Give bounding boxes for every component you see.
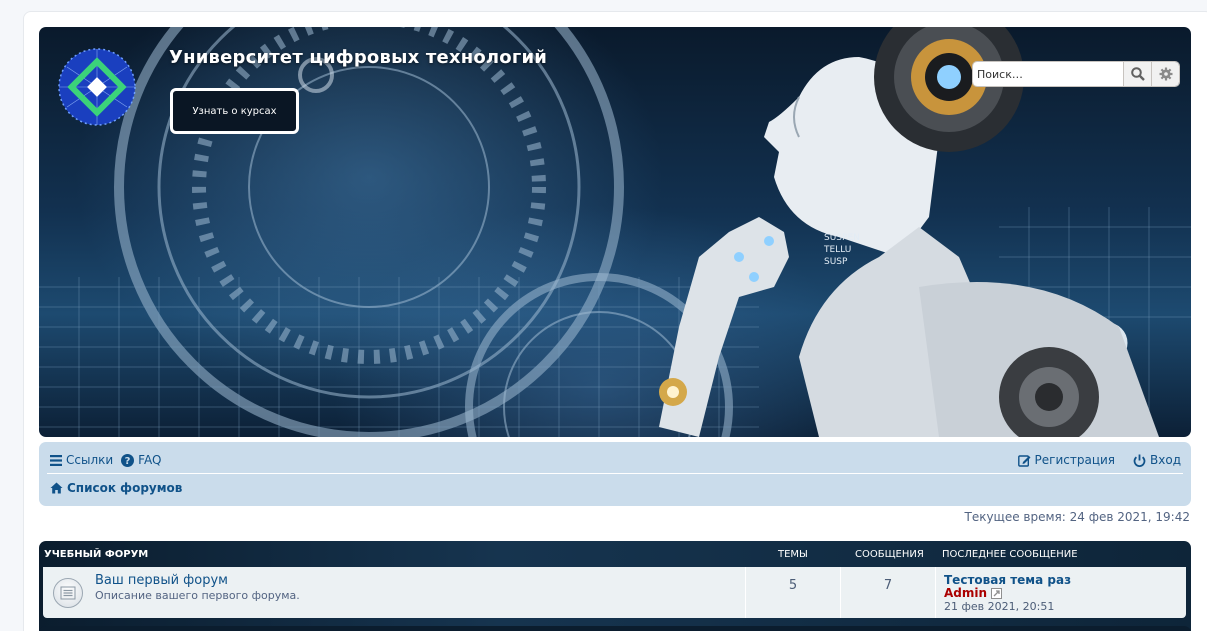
view-post-icon[interactable] xyxy=(991,587,1003,599)
faq-label: FAQ xyxy=(138,453,162,467)
register-link[interactable]: Регистрация xyxy=(1017,453,1116,467)
breadcrumb-forum-index: Список форумов xyxy=(67,481,183,495)
question-icon: ? xyxy=(121,453,135,467)
forum-title-link[interactable]: Ваш первый форум xyxy=(95,573,228,588)
forum-main-cell: Ваш первый форум Описание вашего первого… xyxy=(43,567,746,618)
edit-icon xyxy=(1017,454,1031,467)
forum-description: Описание вашего первого форума. xyxy=(95,589,300,602)
col-topics-header: ТЕМЫ xyxy=(778,549,808,560)
forum-read-icon xyxy=(53,578,83,608)
search-button[interactable] xyxy=(1123,62,1151,86)
svg-text:?: ? xyxy=(125,456,131,467)
current-time: Текущее время: 24 фев 2021, 19:42 xyxy=(964,510,1190,524)
search-icon xyxy=(1130,67,1145,81)
search-input[interactable] xyxy=(973,62,1123,86)
gear-icon xyxy=(1159,67,1172,81)
banner-panel-text-1: SUSPEN xyxy=(824,233,860,243)
forum-header: УЧЕБНЫЙ ФОРУМ ТЕМЫ СООБЩЕНИЯ ПОСЛЕДНЕЕ С… xyxy=(39,541,1191,566)
quick-links-label: Ссылки xyxy=(66,453,114,467)
banner-panel-text-3: SUSP xyxy=(824,257,848,267)
topics-count: 5 xyxy=(788,578,798,593)
courses-button[interactable]: Узнать о курсах xyxy=(170,88,299,134)
login-label: Вход xyxy=(1150,453,1181,467)
category-title[interactable]: УЧЕБНЫЙ ФОРУМ xyxy=(44,549,148,560)
header-banner: SUSPEN TELLU SUSP Университет цифровых т… xyxy=(39,27,1191,437)
last-post-author: Admin xyxy=(944,586,1003,600)
register-label: Регистрация xyxy=(1034,453,1116,467)
last-post-author-link[interactable]: Admin xyxy=(944,586,987,600)
logo-icon[interactable] xyxy=(57,47,137,127)
forum-posts-cell: 7 xyxy=(841,567,936,618)
login-link[interactable]: Вход xyxy=(1133,453,1181,467)
navbar-divider xyxy=(47,473,1183,474)
forum-topics-cell: 5 xyxy=(746,567,841,618)
last-post-date: 21 фев 2021, 20:51 xyxy=(944,600,1055,613)
site-title[interactable]: Университет цифровых технологий xyxy=(169,47,547,68)
forum-category: УЧЕБНЫЙ ФОРУМ ТЕМЫ СООБЩЕНИЯ ПОСЛЕДНЕЕ С… xyxy=(39,541,1191,631)
breadcrumb[interactable]: Список форумов xyxy=(50,481,182,495)
search-bar xyxy=(973,62,1179,86)
quick-links-menu[interactable]: Ссылки xyxy=(50,453,113,467)
forum-row: Ваш первый форум Описание вашего первого… xyxy=(43,567,1186,618)
bars-icon xyxy=(50,454,62,466)
faq-link[interactable]: ? FAQ xyxy=(121,453,161,467)
home-icon xyxy=(50,482,63,494)
next-category-header xyxy=(39,626,1191,631)
banner-panel-text-2: TELLU xyxy=(823,245,851,255)
navbar: Ссылки ? FAQ Регистрация Вход Список фор… xyxy=(39,442,1191,506)
forum-last-post-cell: Тестовая тема раз Admin 21 фев 2021, 20:… xyxy=(936,567,1186,618)
power-icon xyxy=(1133,454,1146,467)
advanced-search-button[interactable] xyxy=(1151,62,1179,86)
col-last-post-header: ПОСЛЕДНЕЕ СООБЩЕНИЕ xyxy=(942,549,1078,560)
last-post-topic-link[interactable]: Тестовая тема раз xyxy=(944,573,1071,587)
col-posts-header: СООБЩЕНИЯ xyxy=(855,549,924,560)
posts-count: 7 xyxy=(883,578,893,593)
